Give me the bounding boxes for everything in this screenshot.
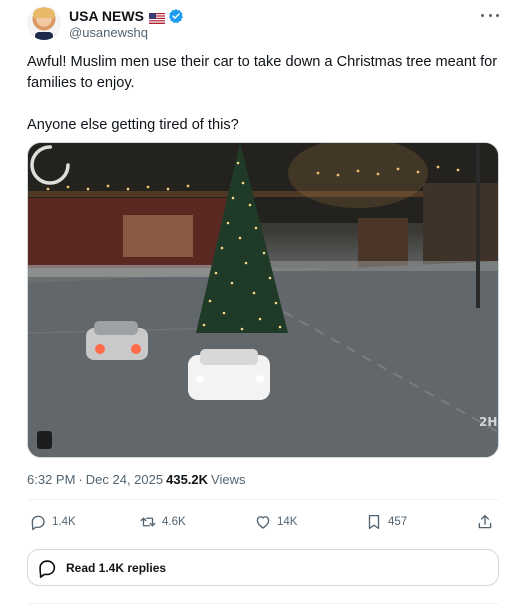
- video-badge-icon: [37, 431, 52, 449]
- action-bar: 1.4K 4.6K 14K 457: [27, 511, 499, 533]
- author-display-name[interactable]: USA NEWS: [69, 8, 144, 24]
- views-count: 435.2K: [166, 472, 209, 487]
- repost-icon: [140, 517, 156, 527]
- bookmark-button[interactable]: 457: [365, 511, 407, 533]
- video-frame: [28, 143, 498, 457]
- divider: [27, 499, 499, 500]
- reply-bubble-icon: [39, 559, 56, 578]
- read-replies-button[interactable]: Read 1.4K replies: [27, 549, 499, 586]
- tweet-time[interactable]: 6:32 PM: [27, 472, 75, 487]
- like-button[interactable]: 14K: [254, 511, 297, 533]
- bookmark-icon: [368, 514, 380, 530]
- tweet-text: Awful! Muslim men use their car to take …: [27, 54, 498, 133]
- more-options-icon[interactable]: [481, 8, 499, 22]
- repost-button[interactable]: 4.6K: [139, 511, 186, 533]
- us-flag-icon: [148, 11, 165, 24]
- tweet-date[interactable]: Dec 24, 2025: [86, 472, 163, 487]
- video-player[interactable]: 2H: [27, 142, 499, 458]
- loading-spinner-icon: [30, 145, 70, 185]
- reply-button[interactable]: 1.4K: [29, 511, 76, 533]
- reply-icon: [31, 515, 45, 531]
- reply-count: 1.4K: [52, 516, 76, 528]
- share-button[interactable]: [476, 511, 494, 533]
- like-count: 14K: [277, 516, 298, 528]
- bottom-divider: [27, 603, 499, 604]
- heart-icon: [256, 516, 270, 529]
- views-label: Views: [211, 472, 246, 487]
- author-handle[interactable]: @usanewshq: [69, 25, 148, 40]
- bookmark-count: 457: [388, 516, 408, 528]
- repost-count: 4.6K: [162, 516, 186, 528]
- author-name-row: USA NEWS: [69, 7, 184, 25]
- share-icon: [478, 514, 492, 529]
- read-replies-label: Read 1.4K replies: [66, 560, 167, 575]
- tweet-card: USA NEWS @usanewshq Awful! Muslim men us…: [0, 0, 516, 608]
- tweet-meta: 6:32 PM · Dec 24, 2025 435.2K Views: [27, 472, 245, 487]
- meta-separator: ·: [78, 472, 83, 487]
- video-watermark: 2H: [479, 415, 498, 429]
- verified-badge-icon: [168, 8, 184, 24]
- avatar[interactable]: [27, 6, 61, 40]
